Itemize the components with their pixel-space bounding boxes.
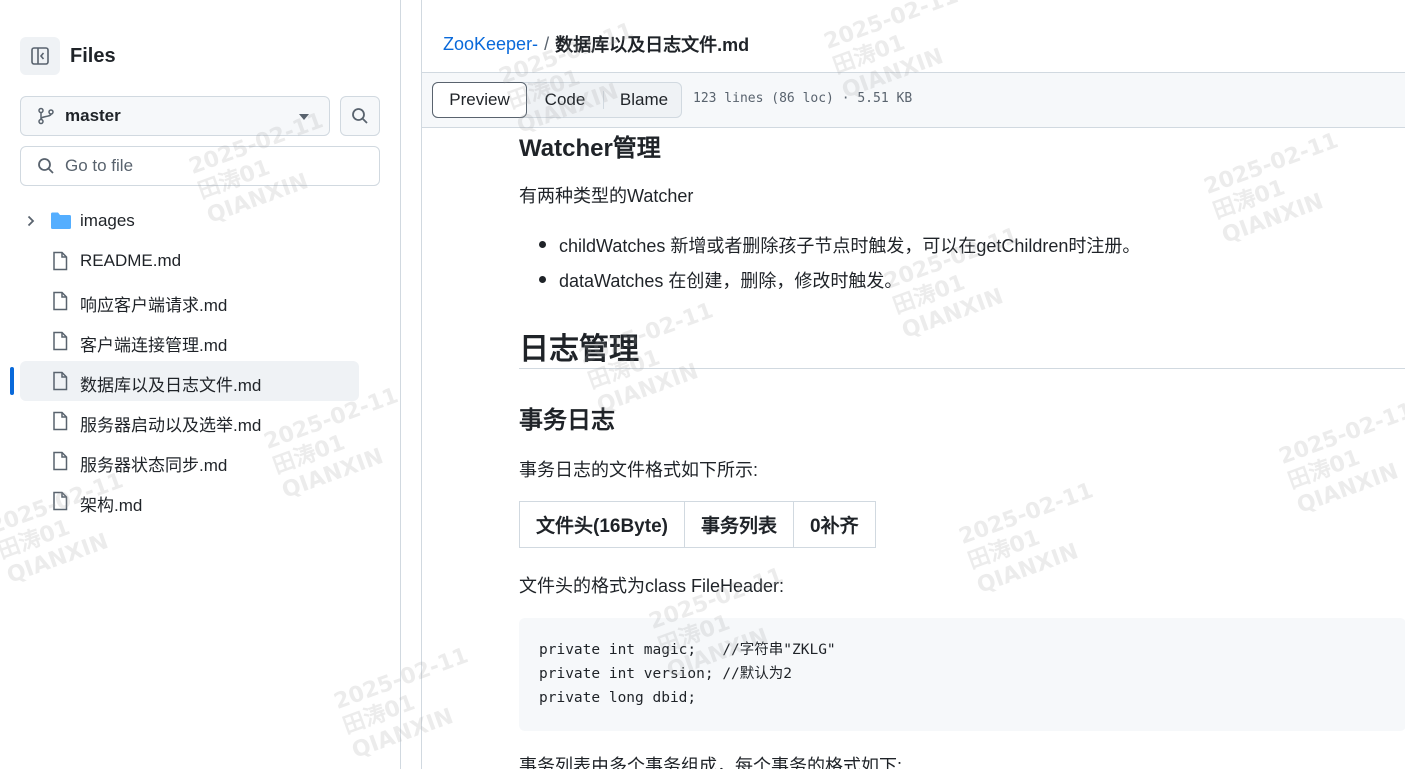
breadcrumb-file-name: 数据库以及日志文件.md	[555, 35, 750, 55]
list-item: dataWatches 在创建，删除，修改时触发。	[538, 267, 902, 293]
file-sidebar: Files master Go to file images README.md…	[0, 0, 401, 769]
view-mode-segmented-control: Preview Code Blame	[432, 82, 682, 118]
tree-item-label: 客户端连接管理.md	[80, 336, 228, 355]
table-header-cell: 事务列表	[683, 501, 795, 548]
segment-divider	[603, 91, 604, 109]
paragraph-watcher-intro: 有两种类型的Watcher	[519, 186, 694, 206]
tree-item-label: images	[80, 211, 135, 230]
heading-watcher: Watcher管理	[519, 135, 661, 162]
go-to-file-input[interactable]	[65, 156, 345, 176]
paragraph-txlog-intro: 事务日志的文件格式如下所示:	[519, 460, 758, 480]
file-icon	[53, 291, 68, 311]
file-icon	[53, 371, 68, 391]
paragraph-tail: 事务列表由多个事务组成，每个事务的格式如下:	[519, 756, 902, 769]
folder-icon	[51, 212, 71, 229]
search-icon	[38, 158, 54, 174]
heading-underline	[519, 368, 1405, 369]
tab-blame[interactable]: Blame	[605, 82, 683, 118]
file-tree: images README.md 响应客户端请求.md 客户端连接管理.md 数…	[0, 201, 401, 521]
file-icon	[53, 451, 68, 471]
active-indicator	[10, 367, 14, 395]
scrolled-content-edge	[422, 0, 1405, 16]
code-line: private long dbid;	[539, 690, 697, 706]
branch-selector[interactable]: master	[20, 96, 330, 136]
git-branch-icon	[38, 107, 54, 125]
breadcrumb: ZooKeeper- / 数据库以及日志文件.md	[422, 16, 1405, 73]
tree-item-images[interactable]: images	[0, 201, 401, 241]
tab-code[interactable]: Code	[529, 82, 601, 118]
code-block: private int magic; //字符串"ZKLG" private i…	[519, 618, 1405, 731]
sidebar-collapse-icon	[31, 47, 49, 65]
format-table: 文件头(16Byte) 事务列表 0补齐	[519, 501, 876, 548]
tree-item-file[interactable]: 架构.md	[0, 481, 401, 521]
search-icon	[352, 108, 368, 124]
code-line: private int magic; //字符串"ZKLG"	[539, 642, 836, 658]
list-item: childWatches 新增或者删除孩子节点时触发，可以在getChildre…	[538, 232, 1140, 258]
table-header-cell: 文件头(16Byte)	[519, 501, 685, 548]
heading-log-management: 日志管理	[519, 333, 639, 366]
go-to-file-field[interactable]	[20, 146, 380, 186]
search-button[interactable]	[340, 96, 380, 136]
file-icon	[53, 331, 68, 351]
chevron-down-icon	[299, 114, 309, 120]
file-icon	[53, 411, 68, 431]
tree-item-file[interactable]: 服务器状态同步.md	[0, 441, 401, 481]
tree-item-label: 架构.md	[80, 496, 143, 515]
file-toolbar: Preview Code Blame 123 lines (86 loc) · …	[422, 73, 1405, 128]
heading-transaction-log: 事务日志	[519, 407, 615, 434]
tab-preview[interactable]: Preview	[432, 82, 527, 118]
file-meta: 123 lines (86 loc) · 5.51 KB	[693, 91, 913, 106]
file-icon	[53, 251, 68, 271]
tree-item-label: README.md	[80, 251, 182, 270]
tree-item-active-file[interactable]: 数据库以及日志文件.md	[0, 361, 401, 401]
table-header-cell: 0补齐	[793, 501, 876, 548]
breadcrumb-repo-link[interactable]: ZooKeeper-	[443, 34, 538, 55]
tree-item-file[interactable]: 客户端连接管理.md	[0, 321, 401, 361]
tree-item-label: 响应客户端请求.md	[80, 296, 228, 315]
tree-item-label: 服务器启动以及选举.md	[80, 416, 262, 435]
file-viewer: ZooKeeper- / 数据库以及日志文件.md Preview Code B…	[421, 0, 1405, 769]
tree-item-file[interactable]: 响应客户端请求.md	[0, 281, 401, 321]
file-icon	[53, 491, 68, 511]
branch-name: master	[65, 106, 121, 125]
paragraph-header-intro: 文件头的格式为class FileHeader:	[519, 576, 785, 596]
chevron-right-icon[interactable]	[24, 214, 38, 228]
tree-item-readme[interactable]: README.md	[0, 241, 401, 281]
tree-item-file[interactable]: 服务器启动以及选举.md	[0, 401, 401, 441]
tree-item-label: 服务器状态同步.md	[80, 456, 228, 475]
sidebar-toggle-button[interactable]	[20, 37, 60, 75]
code-line: private int version; //默认为2	[539, 666, 793, 682]
sidebar-title: Files	[70, 45, 116, 67]
tree-item-label: 数据库以及日志文件.md	[80, 376, 262, 395]
breadcrumb-separator: /	[544, 33, 550, 54]
